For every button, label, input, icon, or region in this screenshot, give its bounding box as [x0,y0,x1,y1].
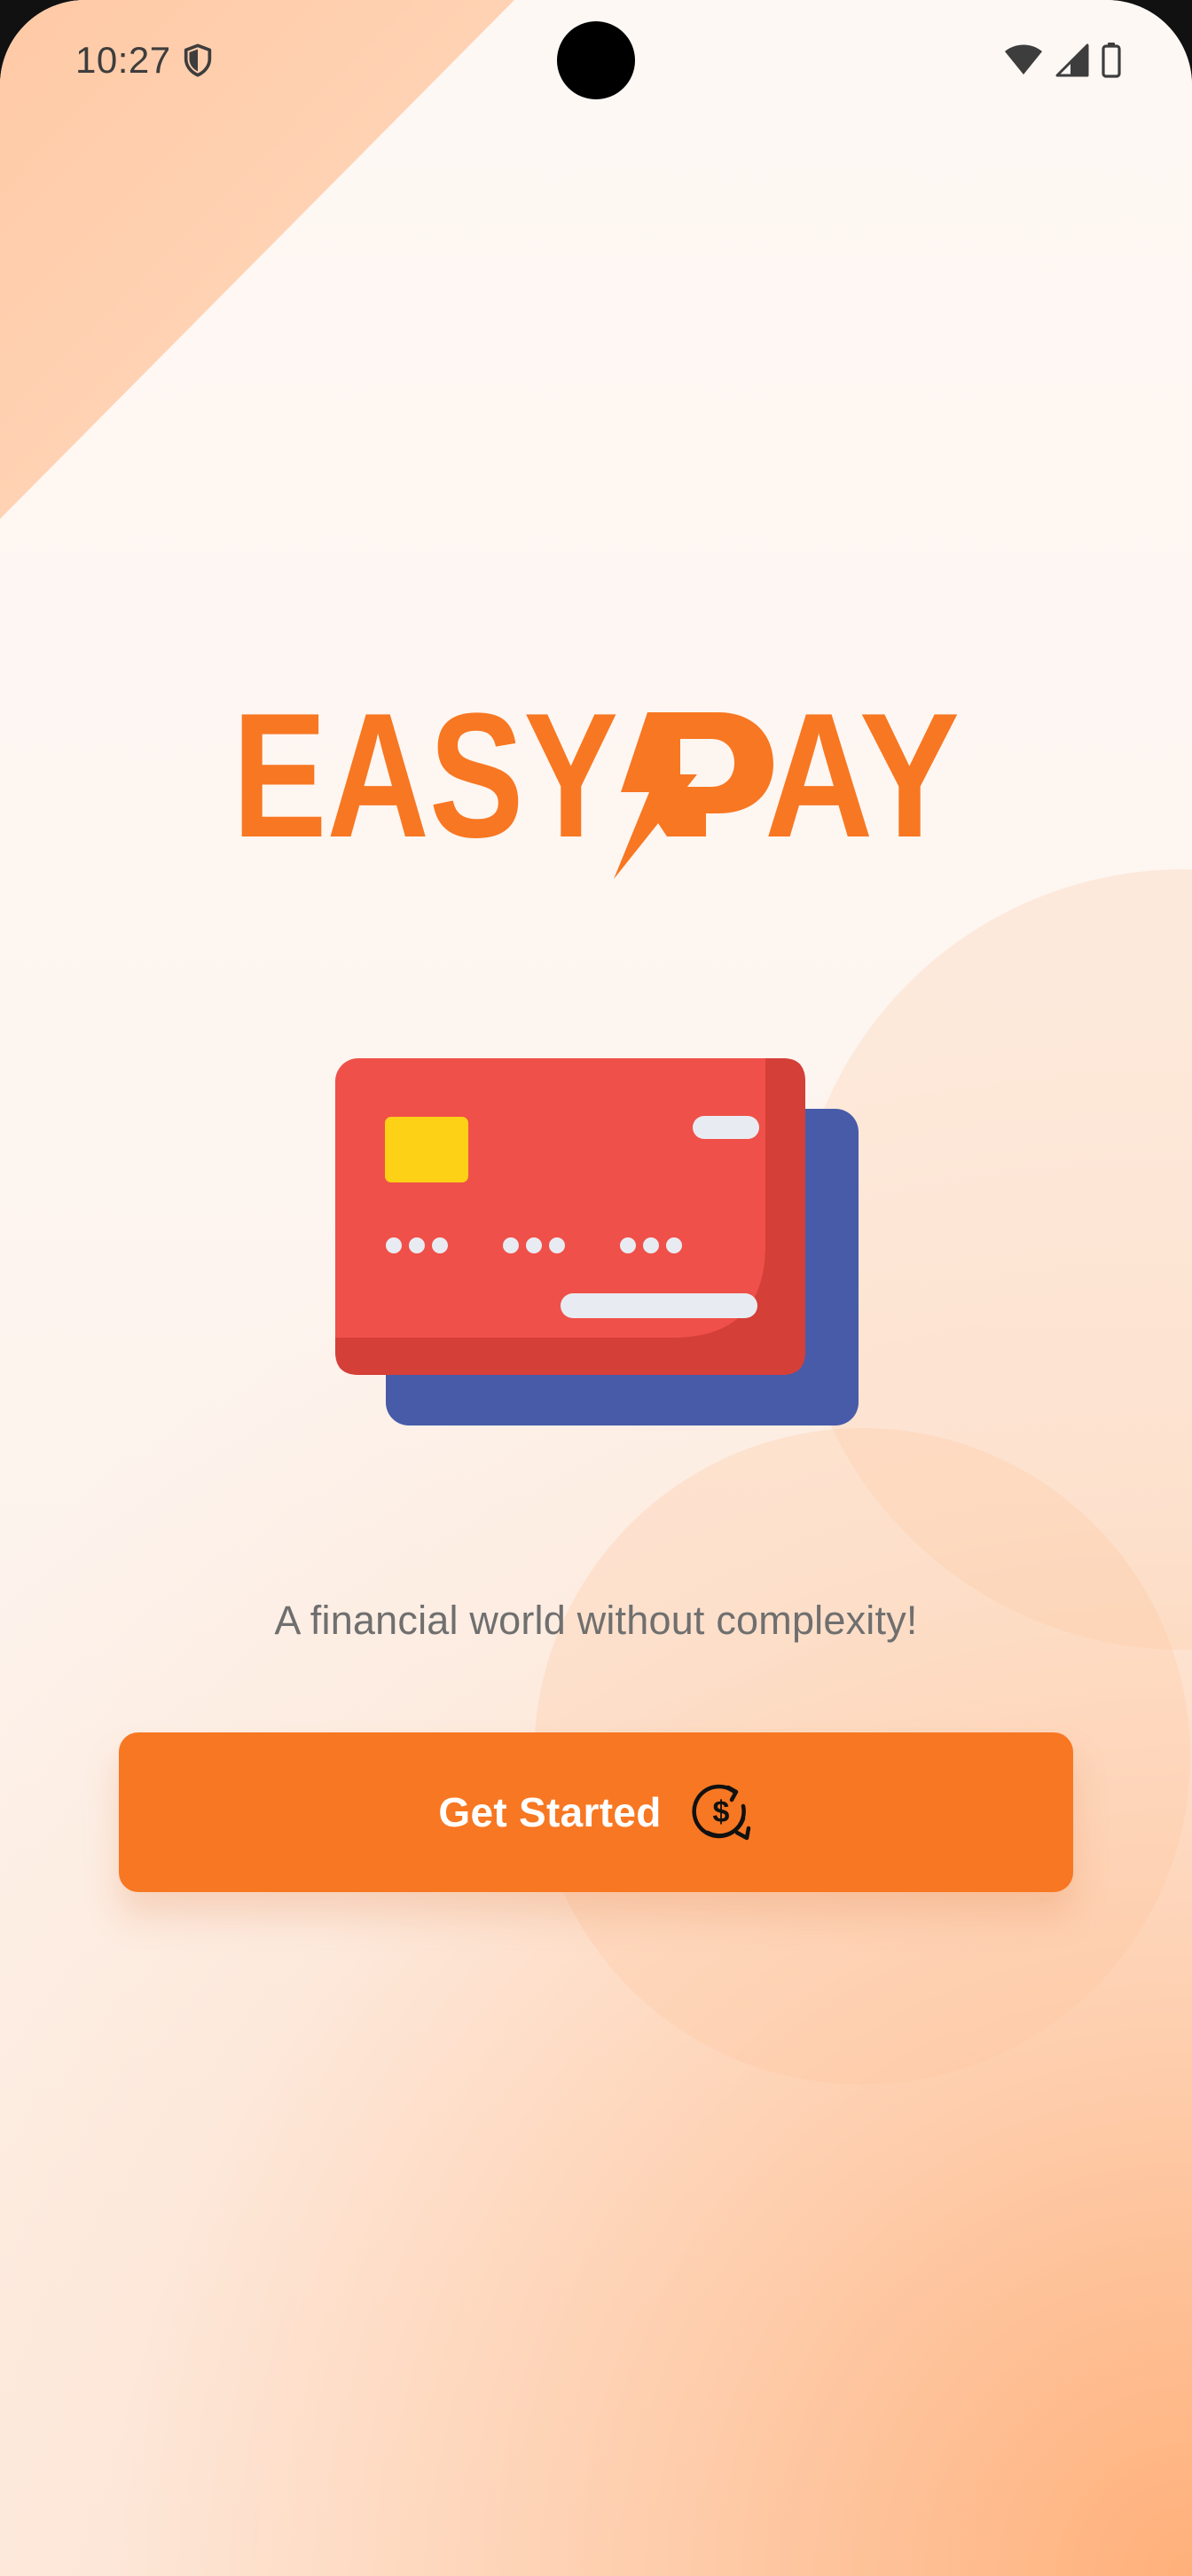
status-bar: 10:27 [0,0,1192,120]
svg-text:AY: AY [765,705,960,875]
welcome-screen: 10:27 EASY AY A financial world without … [0,0,1192,2576]
wifi-icon [1005,44,1042,75]
camera-cutout [557,21,635,99]
shield-icon [184,43,212,77]
get-started-label: Get Started [438,1789,662,1835]
svg-text:$: $ [712,1795,729,1829]
status-icons [1004,41,1121,80]
brand-logo: EASY AY [232,705,960,879]
battery-icon [1102,43,1121,78]
status-time: 10:27 [75,39,171,81]
tagline: A financial world without complexity! [274,1598,918,1643]
dollar-refresh-icon: $ [692,1784,750,1841]
get-started-button[interactable]: Get Started $ [119,1732,1073,1892]
cellular-signal-icon [1055,43,1089,77]
svg-text:EASY: EASY [232,705,618,875]
credit-cards-icon [335,1058,859,1425]
